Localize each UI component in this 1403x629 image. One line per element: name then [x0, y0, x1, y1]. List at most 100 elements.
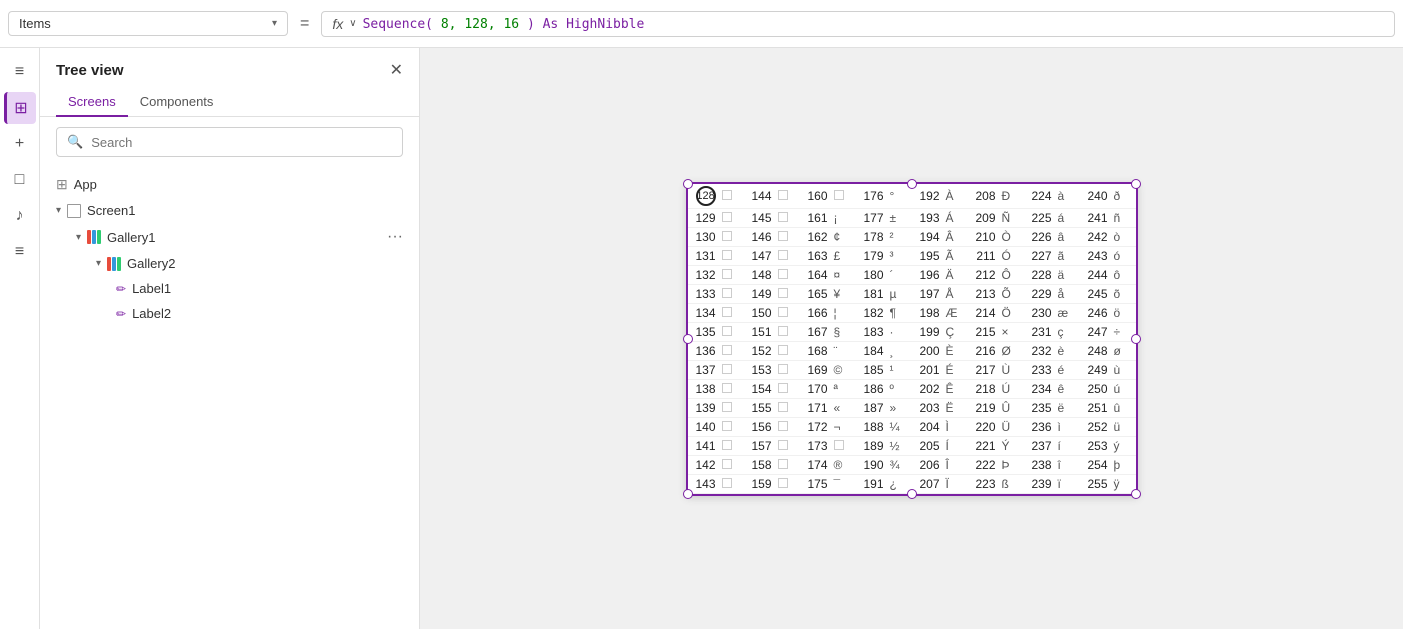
cell-char-2-6: ² — [888, 227, 912, 246]
cell-num-8-10: 216 — [968, 341, 1000, 360]
cell-num-6-12: 230 — [1024, 303, 1056, 322]
tree-search-area: 🔍 — [40, 117, 419, 167]
settings-icon[interactable]: ≡ — [4, 236, 36, 268]
cell-char-4-0 — [720, 265, 744, 284]
cell-char-2-0 — [720, 227, 744, 246]
tree-item-screen1[interactable]: ▾ Screen1 — [40, 198, 419, 223]
cell-char-4-2 — [776, 265, 800, 284]
app-icon: ⊞ — [56, 176, 68, 193]
cell-char-11-14: û — [1112, 398, 1136, 417]
media-icon[interactable]: ♪ — [4, 200, 36, 232]
cell-num-14-10: 222 — [968, 455, 1000, 474]
cell-char-14-0 — [720, 455, 744, 474]
cell-char-3-10: Ó — [1000, 246, 1024, 265]
cell-char-5-8: Å — [944, 284, 968, 303]
cell-num-15-2: 159 — [744, 474, 776, 493]
resize-handle-tl[interactable] — [683, 179, 693, 189]
more-options-button[interactable]: ··· — [387, 228, 403, 246]
cell-char-0-0 — [720, 184, 744, 209]
main-layout: ≡ ⊞ + □ ♪ ≡ Tree view ✕ Screens Componen… — [0, 48, 1403, 629]
cell-num-12-4: 172 — [800, 417, 832, 436]
resize-handle-tm[interactable] — [907, 179, 917, 189]
cell-num-11-2: 155 — [744, 398, 776, 417]
cell-num-8-12: 232 — [1024, 341, 1056, 360]
hamburger-icon[interactable]: ≡ — [4, 56, 36, 88]
cell-num-3-10: 211 — [968, 246, 1000, 265]
tree-item-app[interactable]: ⊞ App — [40, 171, 419, 198]
tab-components[interactable]: Components — [128, 88, 226, 117]
cell-char-13-4 — [832, 436, 856, 455]
cell-num-10-8: 202 — [912, 379, 944, 398]
cell-char-5-4: ¥ — [832, 284, 856, 303]
cell-char-14-10: Þ — [1000, 455, 1024, 474]
cell-char-14-12: î — [1056, 455, 1080, 474]
gallery1-label: Gallery1 — [107, 230, 155, 245]
cell-char-7-4: § — [832, 322, 856, 341]
resize-handle-bl[interactable] — [683, 489, 693, 499]
cell-num-13-14: 253 — [1080, 436, 1112, 455]
cell-num-13-10: 221 — [968, 436, 1000, 455]
cell-char-1-14: ñ — [1112, 208, 1136, 227]
add-icon[interactable]: + — [4, 128, 36, 160]
chevron-down-icon: ▾ — [272, 18, 277, 29]
cell-char-10-6: º — [888, 379, 912, 398]
cell-char-8-14: ø — [1112, 341, 1136, 360]
cell-num-4-0: 132 — [688, 265, 720, 284]
cell-num-0-8: 192 — [912, 184, 944, 209]
cell-char-7-10: × — [1000, 322, 1024, 341]
cell-num-6-10: 214 — [968, 303, 1000, 322]
cell-char-6-0 — [720, 303, 744, 322]
cell-num-6-2: 150 — [744, 303, 776, 322]
items-dropdown[interactable]: Items ▾ — [8, 11, 288, 36]
cell-char-5-0 — [720, 284, 744, 303]
cell-num-7-2: 151 — [744, 322, 776, 341]
cell-char-7-2 — [776, 322, 800, 341]
cell-num-5-12: 229 — [1024, 284, 1056, 303]
tree-item-label1[interactable]: ✏ Label1 — [40, 276, 419, 301]
cell-char-11-0 — [720, 398, 744, 417]
cell-num-13-8: 205 — [912, 436, 944, 455]
cell-num-3-14: 243 — [1080, 246, 1112, 265]
resize-handle-mr[interactable] — [1131, 334, 1141, 344]
cell-num-15-10: 223 — [968, 474, 1000, 493]
cell-num-10-6: 186 — [856, 379, 888, 398]
cell-num-8-6: 184 — [856, 341, 888, 360]
equals-icon: = — [296, 15, 313, 33]
cell-char-0-10: Ð — [1000, 184, 1024, 209]
cell-num-15-14: 255 — [1080, 474, 1112, 493]
tree-item-gallery2[interactable]: ▾ Gallery2 — [40, 251, 419, 276]
cell-char-10-12: ê — [1056, 379, 1080, 398]
grid-container[interactable]: 128144160176°192À208Ð224à240ð129145161¡1… — [686, 182, 1138, 496]
cell-num-6-14: 246 — [1080, 303, 1112, 322]
tab-screens[interactable]: Screens — [56, 88, 128, 117]
resize-handle-br[interactable] — [1131, 489, 1141, 499]
tree-close-button[interactable]: ✕ — [390, 60, 403, 80]
cell-num-9-6: 185 — [856, 360, 888, 379]
cell-char-9-0 — [720, 360, 744, 379]
cell-char-15-4: ¯ — [832, 474, 856, 493]
cell-num-4-8: 196 — [912, 265, 944, 284]
cell-num-4-4: 164 — [800, 265, 832, 284]
cell-char-1-8: Á — [944, 208, 968, 227]
tree-tabs: Screens Components — [40, 88, 419, 117]
formula-bar[interactable]: fx ∨ Sequence( 8, 128, 16 ) As HighNibbl… — [321, 11, 1395, 37]
cell-num-14-12: 238 — [1024, 455, 1056, 474]
resize-handle-bm[interactable] — [907, 489, 917, 499]
cell-num-7-8: 199 — [912, 322, 944, 341]
cell-num-3-12: 227 — [1024, 246, 1056, 265]
layers-icon[interactable]: ⊞ — [4, 92, 36, 124]
resize-handle-tr[interactable] — [1131, 179, 1141, 189]
tree-item-label2[interactable]: ✏ Label2 — [40, 301, 419, 326]
cell-num-12-10: 220 — [968, 417, 1000, 436]
tree-item-gallery1[interactable]: ▾ Gallery1 ··· — [40, 223, 419, 251]
cell-num-14-14: 254 — [1080, 455, 1112, 474]
cell-char-0-8: À — [944, 184, 968, 209]
cell-char-1-10: Ñ — [1000, 208, 1024, 227]
search-input[interactable] — [91, 135, 392, 150]
content-area: 128144160176°192À208Ð224à240ð129145161¡1… — [420, 48, 1403, 629]
data-icon[interactable]: □ — [4, 164, 36, 196]
gallery2-icon — [107, 257, 121, 271]
cell-char-14-4: ® — [832, 455, 856, 474]
resize-handle-ml[interactable] — [683, 334, 693, 344]
cell-char-11-8: Ë — [944, 398, 968, 417]
